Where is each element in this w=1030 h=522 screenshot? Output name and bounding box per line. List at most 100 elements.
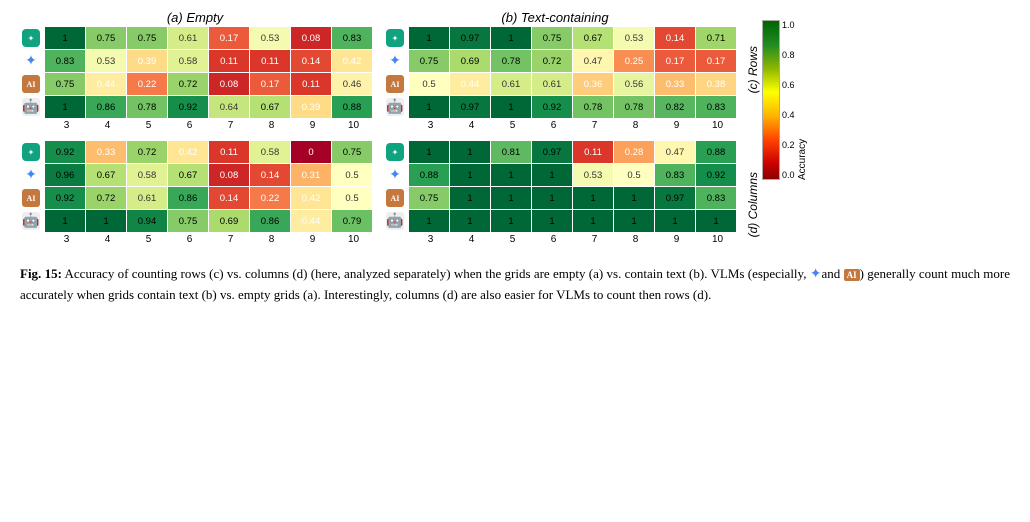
figure-caption: Fig. 15: Accuracy of counting rows (c) v… xyxy=(20,264,1010,305)
icon-gpt-col2: ✦ xyxy=(384,141,406,163)
heatmap-cell: 0.97 xyxy=(655,187,695,209)
heatmap-cell: 1 xyxy=(409,141,449,163)
heatmap-cell: 0.33 xyxy=(86,141,126,163)
heatmap-cell: 0.5 xyxy=(614,164,654,186)
heatmap-cell: 0.46 xyxy=(332,73,372,95)
heatmap-cell: 0.17 xyxy=(696,50,736,72)
heatmap-cell: 0.72 xyxy=(86,187,126,209)
heatmap-cell: 0.14 xyxy=(291,50,331,72)
panels-column: (a) Empty (b) Text-containing ✦ ✦ AI 🤖 xyxy=(20,10,738,245)
icon-gemini-row2: ✦ xyxy=(384,50,406,72)
title-empty: (a) Empty xyxy=(20,10,370,25)
heatmap-cell: 1 xyxy=(45,27,85,49)
heatmap-cell: 0.75 xyxy=(168,210,208,232)
heatmap-cell: 0.11 xyxy=(291,73,331,95)
heatmap-cell: 0.81 xyxy=(491,141,531,163)
icon-claude-inline: AI xyxy=(844,269,860,281)
heatmap-cell: 0.64 xyxy=(209,96,249,118)
heatmap-grid-text-cols: 110.810.970.110.280.470.880.881110.530.5… xyxy=(409,141,736,232)
heatmap-cell: 0.78 xyxy=(573,96,613,118)
colorbar: 1.0 0.8 0.6 0.4 0.2 0.0 Accuracy xyxy=(762,20,808,180)
heatmap-cell: 0.5 xyxy=(409,73,449,95)
heatmap-cell: 0.92 xyxy=(45,187,85,209)
heatmap-cell: 1 xyxy=(532,164,572,186)
heatmap-cell: 0.86 xyxy=(168,187,208,209)
icon-gemini-col2: ✦ xyxy=(384,164,406,186)
heatmap-cell: 0.08 xyxy=(291,27,331,49)
colorbar-title: Accuracy xyxy=(797,20,808,180)
heatmap-cell: 0.83 xyxy=(45,50,85,72)
heatmap-grid-text-rows: 10.9710.750.670.530.140.710.750.690.780.… xyxy=(409,27,736,118)
heatmap-cell: 0.75 xyxy=(409,50,449,72)
heatmap-cell: 0.69 xyxy=(450,50,490,72)
icon-robot-row: 🤖 xyxy=(20,96,42,118)
heatmap-cell: 1 xyxy=(614,187,654,209)
heatmap-cell: 0.61 xyxy=(532,73,572,95)
icon-gemini-col: ✦ xyxy=(20,164,42,186)
heatmap-cell: 1 xyxy=(86,210,126,232)
title-text-containing: (b) Text-containing xyxy=(380,10,730,25)
heatmap-cell: 0.53 xyxy=(573,164,613,186)
heatmap-cell: 1 xyxy=(45,96,85,118)
tick-08: 0.8 xyxy=(782,50,795,60)
heatmap-cell: 0.44 xyxy=(291,210,331,232)
icon-robot-col: 🤖 xyxy=(20,210,42,232)
heatmap-cell: 0.86 xyxy=(250,210,290,232)
heatmap-cell: 0.47 xyxy=(655,141,695,163)
heatmap-cell: 0.39 xyxy=(291,96,331,118)
heatmap-cell: 1 xyxy=(491,210,531,232)
heatmap-cell: 0.42 xyxy=(332,50,372,72)
heatmap-cell: 0.47 xyxy=(573,50,613,72)
heatmap-cell: 0.08 xyxy=(209,164,249,186)
heatmap-cell: 0.31 xyxy=(291,164,331,186)
heatmap-cell: 0.79 xyxy=(332,210,372,232)
heatmap-cell: 0.83 xyxy=(655,164,695,186)
icon-gemini-row: ✦ xyxy=(20,50,42,72)
heatmap-cell: 0.92 xyxy=(696,164,736,186)
x-axis-empty-rows: 3 4 5 6 7 8 9 10 xyxy=(20,120,374,131)
heatmap-cell: 0.88 xyxy=(332,96,372,118)
heatmap-cell: 0.61 xyxy=(491,73,531,95)
heatmap-cell: 0.69 xyxy=(209,210,249,232)
caption-bold: Fig. 15: xyxy=(20,266,62,281)
icon-claude-row: AI xyxy=(20,73,42,95)
heatmap-cell: 0.11 xyxy=(209,141,249,163)
heatmap-cell: 0.83 xyxy=(332,27,372,49)
icon-gpt-col: ✦ xyxy=(20,141,42,163)
heatmap-cell: 1 xyxy=(532,210,572,232)
heatmap-cell: 0.67 xyxy=(86,164,126,186)
heatmap-cell: 0.14 xyxy=(250,164,290,186)
heatmap-grid-empty-cols: 0.920.330.720.420.110.5800.750.960.670.5… xyxy=(45,141,372,232)
x-axis-text-rows: 3 4 5 6 7 8 9 10 xyxy=(384,120,738,131)
heatmap-cell: 0.42 xyxy=(291,187,331,209)
cols-section: ✦ ✦ AI 🤖 0.920.330.720.420.110.5800.750.… xyxy=(20,141,738,245)
heatmap-cell: 0.71 xyxy=(696,27,736,49)
heatmap-cell: 0.83 xyxy=(696,96,736,118)
heatmap-cell: 0.82 xyxy=(655,96,695,118)
heatmap-cell: 1 xyxy=(450,164,490,186)
heatmap-cell: 0.5 xyxy=(332,187,372,209)
heatmap-cell: 0.97 xyxy=(532,141,572,163)
heatmap-cell: 1 xyxy=(45,210,85,232)
icon-claude-col: AI xyxy=(20,187,42,209)
heatmap-cell: 0.22 xyxy=(127,73,167,95)
heatmap-cell: 0.08 xyxy=(209,73,249,95)
heatmap-cell: 1 xyxy=(491,27,531,49)
heatmap-cell: 0.88 xyxy=(696,141,736,163)
heatmap-text-rows: ✦ ✦ AI 🤖 10.9710.750.670.530.140.710.750… xyxy=(384,27,738,131)
heatmap-cell: 0.28 xyxy=(614,141,654,163)
heatmap-cell: 0.75 xyxy=(45,73,85,95)
heatmap-cell: 0.11 xyxy=(573,141,613,163)
heatmap-cell: 0.72 xyxy=(127,141,167,163)
heatmap-cell: 0.14 xyxy=(209,187,249,209)
heatmap-cell: 0.44 xyxy=(450,73,490,95)
heatmap-cell: 0.94 xyxy=(127,210,167,232)
heatmap-cell: 0.17 xyxy=(209,27,249,49)
heatmap-cell: 0.44 xyxy=(86,73,126,95)
heatmap-cell: 1 xyxy=(409,27,449,49)
colorbar-ticks: 1.0 0.8 0.6 0.4 0.2 0.0 xyxy=(780,20,795,180)
tick-06: 0.6 xyxy=(782,80,795,90)
heatmap-cell: 0.58 xyxy=(127,164,167,186)
tick-02: 0.2 xyxy=(782,140,795,150)
heatmap-cell: 1 xyxy=(573,210,613,232)
